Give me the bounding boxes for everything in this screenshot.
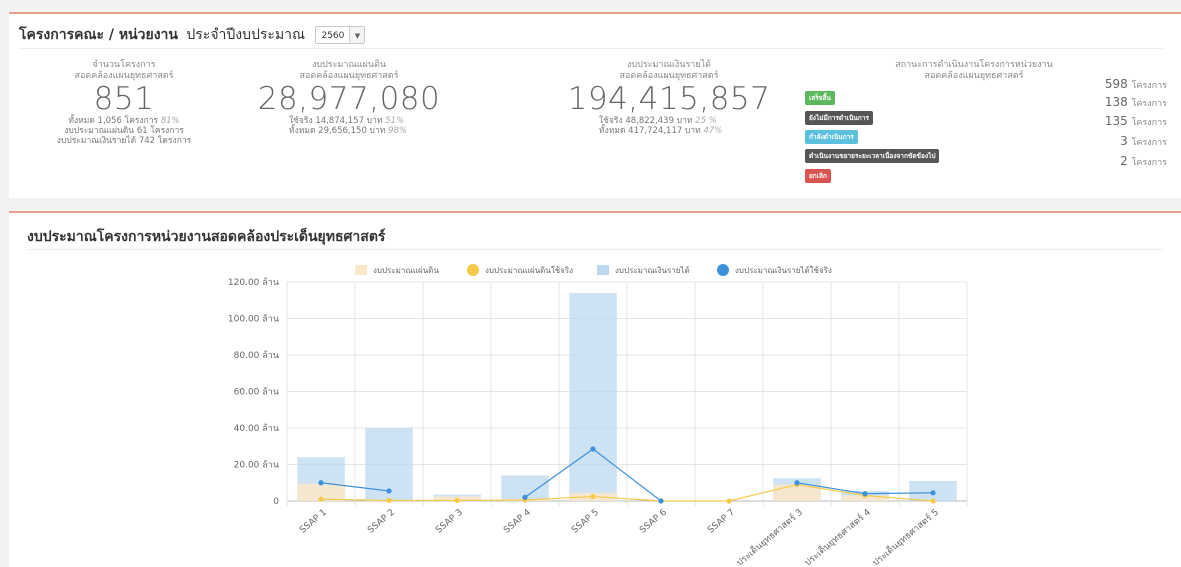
status-title-line: สอดคล้องแผนยุทธศาสตร์ xyxy=(924,71,1024,81)
count-value: 3 xyxy=(1120,134,1128,148)
x-tick-label: SSAP 4 xyxy=(502,507,533,535)
point-land-used xyxy=(726,498,732,504)
status-count-cancelled: 2 โครงการ xyxy=(1120,154,1167,169)
stat-line: ทั้งหมด 29,656,150 บาท xyxy=(289,126,386,136)
divider xyxy=(19,48,1163,49)
page-header: โครงการคณะ / หน่วยงาน ประจำปีงบประมาณ 25… xyxy=(19,24,366,46)
status-count-in-progress: 135 โครงการ xyxy=(1105,114,1167,129)
stat-percent: 47% xyxy=(703,126,723,136)
bar-income xyxy=(569,292,617,501)
point-land-used xyxy=(454,497,460,504)
stat-percent: 51% xyxy=(385,116,405,126)
chart-panel: งบประมาณโครงการหน่วยงานสอดคล้องประเด็นยุ… xyxy=(9,211,1181,567)
badge-label: ยกเลิก xyxy=(809,172,827,180)
count-unit: โครงการ xyxy=(1131,99,1167,109)
count-unit: โครงการ xyxy=(1131,81,1167,91)
point-income-used xyxy=(862,491,868,497)
x-tick-label: SSAP 1 xyxy=(298,508,329,536)
count-value: 135 xyxy=(1104,114,1128,128)
count-value: 598 xyxy=(1104,77,1128,91)
stat-line: ใช้จริง 14,874,157 บาท xyxy=(289,116,383,126)
y-tick-label: 100.00 ล้าน xyxy=(228,314,279,325)
legend-swatch xyxy=(597,265,609,275)
status-badge-cancelled[interactable]: ยกเลิก xyxy=(805,169,831,183)
legend-label: งบประมาณเงินรายได้ xyxy=(615,266,690,275)
year-value: 2560 xyxy=(321,31,345,41)
status-badge-not-started[interactable]: ยังไม่มีการดำเนินการ xyxy=(805,111,873,125)
stat-value: 194,415,857 xyxy=(567,81,771,117)
stat-line: ใช้จริง 48,822,439 บาท xyxy=(599,116,693,126)
point-income-used xyxy=(590,446,596,452)
page-title: โครงการคณะ / หน่วยงาน xyxy=(19,27,178,43)
page-subtitle: ประจำปีงบประมาณ xyxy=(186,27,306,43)
x-tick-label: SSAP 3 xyxy=(434,508,465,536)
point-land-used xyxy=(318,496,324,502)
summary-panel: โครงการคณะ / หน่วยงาน ประจำปีงบประมาณ 25… xyxy=(9,12,1181,198)
point-income-used xyxy=(386,488,392,494)
x-tick-label: SSAP 7 xyxy=(706,508,737,536)
stat-land-budget: งบประมาณแผ่นดิน สอดคล้องแผนยุทธศาสตร์ 28… xyxy=(229,60,469,136)
x-tick-label: ประเด็นยุทธศาสตร์ 3 xyxy=(733,505,805,567)
badge-label: กำลังดำเนินการ xyxy=(809,133,854,141)
legend-swatch xyxy=(355,265,367,275)
point-land-used xyxy=(386,497,392,504)
status-badge-done[interactable]: เสร็จสิ้น xyxy=(805,91,835,105)
badge-label: ดำเนินงานขยายระยะเวลาเนื่องจากขัดข้องไป xyxy=(809,152,936,160)
stat-value: 851 xyxy=(93,81,155,117)
budget-chart: 0 20.00 ล้าน 40.00 ล้าน 60.00 ล้าน 80.00 ล้า… xyxy=(228,264,968,567)
legend-label: งบประมาณเงินรายได้ใช้จริง xyxy=(735,266,832,275)
point-land-used xyxy=(590,493,596,500)
y-tick-label: 0 xyxy=(273,497,279,507)
status-count-done: 598 โครงการ xyxy=(1105,77,1167,92)
stat-income-budget: งบประมาณเงินรายได้ สอดคล้องแผนยุทธศาสตร์… xyxy=(539,60,799,136)
legend-label: งบประมาณแผ่นดินใช้จริง xyxy=(485,266,573,275)
badge-label: เสร็จสิ้น xyxy=(809,94,831,102)
x-tick-label: SSAP 2 xyxy=(366,508,397,536)
stat-percent: 25 % xyxy=(695,116,717,126)
point-income-used xyxy=(794,480,800,486)
x-tick-label: ประเด็นยุทธศาสตร์ 4 xyxy=(801,505,873,567)
y-tick-label: 60.00 ล้าน xyxy=(234,387,279,398)
point-income-used xyxy=(318,480,324,486)
status-badge-extended[interactable]: ดำเนินงานขยายระยะเวลาเนื่องจากขัดข้องไป xyxy=(805,149,940,163)
legend-swatch xyxy=(717,264,729,276)
stat-label: จำนวนโครงการ xyxy=(92,60,156,70)
point-income-used xyxy=(930,490,936,496)
stat-value: 28,977,080 xyxy=(257,81,441,117)
stat-line: งบประมาณเงินรายได้ 742 โครงการ xyxy=(56,136,192,146)
count-value: 2 xyxy=(1120,154,1128,168)
year-select[interactable]: 2560 ▼ xyxy=(315,26,366,44)
status-badge-in-progress[interactable]: กำลังดำเนินการ xyxy=(805,130,858,144)
x-tick-label: ประเด็นยุทธศาสตร์ 5 xyxy=(869,505,941,567)
legend-swatch xyxy=(467,264,479,276)
point-land-used xyxy=(930,498,936,504)
count-unit: โครงการ xyxy=(1131,138,1167,148)
stat-line: ทั้งหมด 1,056 โครงการ xyxy=(68,116,159,126)
stat-line: งบประมาณแผ่นดิน 61 โครงการ xyxy=(64,126,184,136)
y-tick-label: 20.00 ล้าน xyxy=(234,460,279,471)
y-tick-label: 80.00 ล้าน xyxy=(234,350,279,361)
status-title-line: สถานะการดำเนินงานโครงการหน่วยงาน xyxy=(895,60,1053,70)
x-tick-label: SSAP 6 xyxy=(638,507,669,535)
count-unit: โครงการ xyxy=(1131,158,1167,168)
chevron-down-icon: ▼ xyxy=(349,27,365,43)
badge-label: ยังไม่มีการดำเนินการ xyxy=(809,114,869,122)
count-value: 138 xyxy=(1104,95,1128,109)
x-tick-label: SSAP 5 xyxy=(570,508,601,536)
stat-percent: 98% xyxy=(388,126,407,136)
stat-percent: 81% xyxy=(160,116,180,126)
count-unit: โครงการ xyxy=(1131,118,1167,128)
stat-label: งบประมาณแผ่นดิน xyxy=(311,60,387,70)
stat-line: ทั้งหมด 417,724,117 บาท xyxy=(599,126,701,136)
point-income-used xyxy=(522,494,528,500)
status-count-not-started: 138 โครงการ xyxy=(1105,95,1167,110)
status-title: สถานะการดำเนินงานโครงการหน่วยงาน สอดคล้อ… xyxy=(859,60,1089,82)
stat-label: งบประมาณเงินรายได้ xyxy=(627,60,711,70)
stat-project-count: จำนวนโครงการ สอดคล้องแผนยุทธศาสตร์ 851 ท… xyxy=(39,60,209,146)
status-count-extended: 3 โครงการ xyxy=(1120,134,1167,149)
legend-label: งบประมาณแผ่นดิน xyxy=(373,266,439,275)
y-tick-label: 120.00 ล้าน xyxy=(228,277,279,288)
point-income-used xyxy=(658,498,664,504)
y-tick-label: 40.00 ล้าน xyxy=(234,423,279,434)
